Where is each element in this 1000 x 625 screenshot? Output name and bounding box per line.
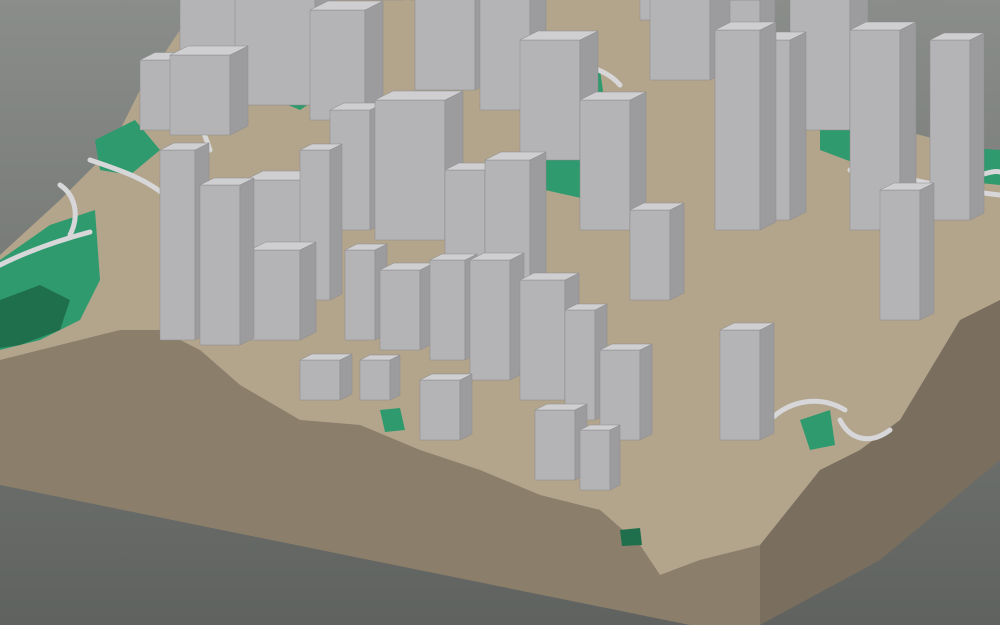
building-side-face <box>329 143 343 301</box>
building <box>299 353 353 401</box>
building-side-face <box>299 241 317 341</box>
building-side-face <box>239 177 255 346</box>
building <box>714 21 777 231</box>
building-side-face <box>669 202 685 301</box>
building <box>469 252 525 381</box>
building-front-face <box>414 0 476 91</box>
building <box>359 354 401 401</box>
building-side-face <box>339 353 353 401</box>
building-front-face <box>519 279 566 401</box>
building-front-face <box>359 359 391 401</box>
building-front-face <box>379 269 421 351</box>
building-side-face <box>759 21 777 231</box>
building-front-face <box>714 29 761 231</box>
building <box>249 241 317 341</box>
building <box>629 202 685 301</box>
building-front-face <box>629 209 671 301</box>
building-side-face <box>609 424 621 491</box>
building-front-face <box>374 99 446 241</box>
building-side-face <box>389 354 401 401</box>
building-front-face <box>879 189 921 321</box>
building <box>199 177 255 346</box>
building-front-face <box>419 379 461 441</box>
building-side-face <box>789 31 807 221</box>
building-front-face <box>469 259 511 381</box>
building <box>379 262 435 351</box>
building-front-face <box>519 39 581 161</box>
building-front-face <box>199 184 241 346</box>
building <box>309 0 384 121</box>
city-model-viewport[interactable] <box>0 0 1000 625</box>
building-side-face <box>759 322 775 441</box>
building <box>169 45 249 136</box>
city-model-render <box>0 0 1000 625</box>
building-front-face <box>534 409 576 481</box>
building-front-face <box>719 329 761 441</box>
building <box>579 424 621 491</box>
building <box>534 403 588 481</box>
building-side-face <box>969 32 985 221</box>
building-side-face <box>919 182 935 321</box>
building-front-face <box>299 359 341 401</box>
building-front-face <box>429 259 466 361</box>
building-side-face <box>229 45 249 136</box>
building-side-face <box>459 373 473 441</box>
building <box>879 182 935 321</box>
building-front-face <box>564 309 596 421</box>
building <box>929 32 985 221</box>
building-side-face <box>639 343 653 441</box>
building-front-face <box>579 429 611 491</box>
building <box>719 322 775 441</box>
building-front-face <box>249 249 301 341</box>
building-front-face <box>159 149 196 341</box>
building-front-face <box>929 39 971 221</box>
building-front-face <box>169 54 231 136</box>
building <box>419 373 473 441</box>
building-front-face <box>649 0 711 81</box>
building-front-face <box>344 249 376 341</box>
building-front-face <box>579 99 631 231</box>
